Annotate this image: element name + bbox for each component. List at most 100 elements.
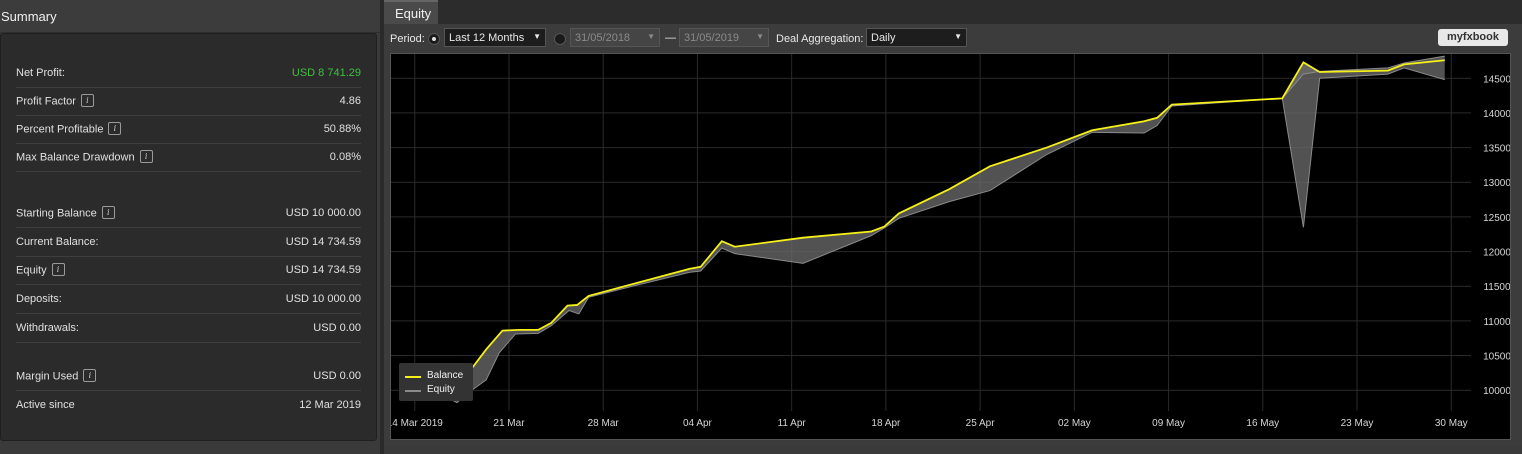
bottom-panel-right — [384, 446, 1522, 454]
y-tick-label: 10500 — [1483, 352, 1510, 363]
y-tick-label: 11000 — [1483, 317, 1510, 328]
y-tick-label: 14500 — [1483, 74, 1510, 85]
summary-row-value: USD 10 000.00 — [285, 207, 361, 219]
summary-row: Margin Used i USD 0.00 — [16, 362, 361, 391]
bottom-panel-left — [0, 446, 380, 454]
summary-row-value: 12 Mar 2019 — [299, 399, 361, 411]
tab-equity-label: Equity — [395, 6, 432, 21]
summary-row-label: Profit Factor — [16, 95, 76, 108]
equity-panel: Equity Period: Last 12 Months ▼ 31/05/20… — [384, 0, 1522, 446]
x-tick-label: 28 Mar — [588, 418, 620, 429]
info-icon[interactable]: i — [83, 369, 97, 382]
chevron-down-icon: ▼ — [647, 32, 655, 41]
info-icon[interactable]: i — [80, 94, 94, 107]
period-select-value: Last 12 Months — [449, 32, 525, 44]
equity-chart-svg: 14 Mar 2019 21 Mar 28 Mar 04 Apr 11 Apr 18 Ap… — [391, 54, 1510, 429]
tab-strip — [438, 0, 1522, 24]
legend-swatch-equity — [405, 390, 421, 392]
y-tick-label: 13000 — [1483, 178, 1510, 189]
summary-title: Summary — [1, 9, 57, 24]
summary-row-value: 4.86 — [339, 95, 361, 107]
x-tick-label: 16 May — [1246, 418, 1279, 429]
period-select[interactable]: Last 12 Months ▼ — [444, 28, 546, 47]
aggregation-select[interactable]: Daily ▼ — [866, 28, 967, 47]
x-tick-label: 02 May — [1058, 418, 1091, 429]
equity-chart: 14 Mar 2019 21 Mar 28 Mar 04 Apr 11 Apr 18 Ap… — [390, 53, 1511, 440]
summary-row: Deposits: USD 10 000.00 — [16, 285, 361, 314]
x-tick-label: 30 May — [1435, 418, 1468, 429]
period-preset-radio[interactable] — [428, 33, 440, 45]
legend-label-equity: Equity — [427, 384, 455, 395]
summary-row-label: Equity — [16, 264, 47, 277]
summary-row-label-wrap: Percent Profitable i — [16, 122, 122, 136]
x-tick-label: 18 Apr — [871, 418, 901, 429]
legend-label-balance: Balance — [427, 370, 464, 381]
summary-row: Starting Balance i USD 10 000.00 — [16, 199, 361, 228]
y-tick-label: 14000 — [1483, 109, 1510, 120]
date-from-value: 31/05/2018 — [575, 32, 631, 44]
summary-row-label: Percent Profitable — [16, 123, 104, 136]
summary-row-label-wrap: Profit Factor i — [16, 94, 94, 108]
summary-row-label: Net Profit: — [16, 67, 65, 79]
summary-row-label: Margin Used — [16, 370, 79, 383]
period-custom-radio[interactable] — [554, 33, 566, 45]
date-separator: — — [665, 32, 676, 44]
myfxbook-button[interactable]: myfxbook — [1438, 29, 1508, 46]
summary-row-label-wrap: Max Balance Drawdown i — [16, 150, 153, 164]
summary-row-label: Deposits: — [16, 293, 62, 305]
summary-row: Profit Factor i 4.86 — [16, 87, 361, 116]
summary-body: Net Profit: USD 8 741.29 Profit Factor i 4.8… — [0, 33, 377, 441]
y-tick-label: 12000 — [1483, 248, 1510, 259]
chevron-down-icon: ▼ — [533, 32, 541, 41]
summary-row-label: Active since — [16, 399, 75, 411]
summary-row-value: USD 14 734.59 — [285, 236, 361, 248]
summary-row: Percent Profitable i 50.88% — [16, 115, 361, 144]
chevron-down-icon: ▼ — [756, 32, 764, 41]
drawdown-area — [405, 60, 1445, 403]
info-icon[interactable]: i — [108, 122, 122, 135]
info-icon[interactable]: i — [51, 263, 65, 276]
summary-row-value: USD 10 000.00 — [285, 293, 361, 305]
summary-row-value: 0.08% — [329, 151, 361, 163]
summary-header: Summary — [0, 0, 380, 33]
tab-equity[interactable]: Equity — [384, 0, 438, 24]
info-icon[interactable]: i — [101, 206, 115, 219]
summary-row-label: Withdrawals: — [16, 322, 79, 334]
y-tick-label: 11500 — [1483, 282, 1510, 293]
summary-row-label-wrap: Equity i — [16, 263, 65, 277]
date-from-field[interactable]: 31/05/2018 ▼ — [570, 28, 660, 47]
x-tick-label: 14 Mar 2019 — [391, 418, 443, 429]
summary-row-value: USD 0.00 — [313, 322, 361, 334]
summary-row-label: Current Balance: — [16, 236, 99, 248]
summary-row: Current Balance: USD 14 734.59 — [16, 228, 361, 257]
date-to-field[interactable]: 31/05/2019 ▼ — [679, 28, 769, 47]
summary-row-value: USD 0.00 — [313, 370, 361, 382]
summary-row: Equity i USD 14 734.59 — [16, 256, 361, 285]
y-tick-label: 13500 — [1483, 144, 1510, 155]
legend-swatch-balance — [405, 376, 421, 378]
y-tick-label: 12500 — [1483, 213, 1510, 224]
y-tick-label: 10000 — [1483, 386, 1510, 397]
summary-row: Active since 12 Mar 2019 — [16, 391, 361, 419]
summary-row-label-wrap: Margin Used i — [16, 369, 97, 383]
x-tick-label: 09 May — [1152, 418, 1185, 429]
period-label: Period: — [390, 33, 425, 45]
summary-row-value: 50.88% — [323, 123, 361, 135]
aggregation-select-value: Daily — [871, 32, 896, 44]
aggregation-label: Deal Aggregation: — [776, 33, 864, 45]
x-tick-label: 04 Apr — [683, 418, 713, 429]
summary-row-label-wrap: Starting Balance i — [16, 206, 115, 220]
summary-row: Net Profit: USD 8 741.29 — [16, 59, 361, 88]
chart-toolbar: Period: Last 12 Months ▼ 31/05/2018 ▼ — … — [384, 24, 1522, 52]
summary-row-label: Starting Balance — [16, 207, 97, 220]
chevron-down-icon: ▼ — [954, 32, 962, 41]
summary-row-value: USD 8 741.29 — [291, 67, 361, 79]
x-tick-label: 23 May — [1341, 418, 1374, 429]
date-to-value: 31/05/2019 — [684, 32, 740, 44]
x-tick-label: 11 Apr — [778, 418, 807, 429]
x-tick-label: 21 Mar — [493, 418, 525, 429]
x-tick-label: 25 Apr — [966, 418, 996, 429]
summary-panel: Summary Net Profit: USD 8 741.29 Profit Fa… — [0, 0, 380, 446]
chart-legend: Balance Equity — [399, 363, 473, 401]
info-icon[interactable]: i — [139, 150, 153, 163]
